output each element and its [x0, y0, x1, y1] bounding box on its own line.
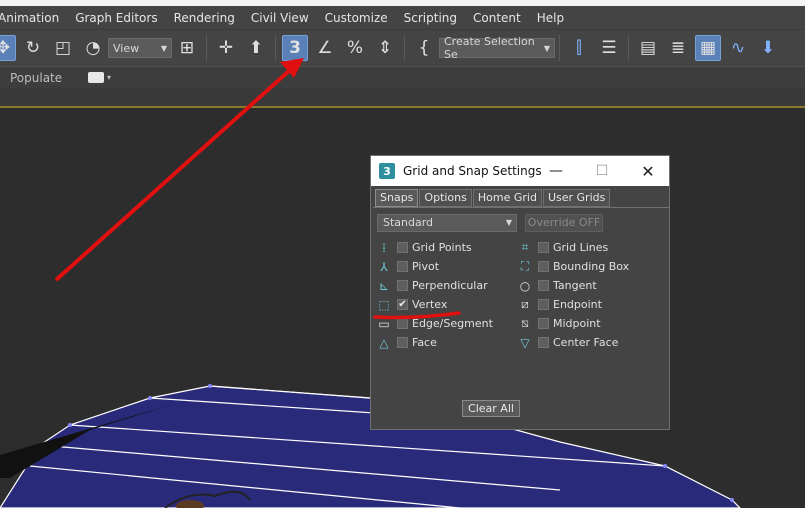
- grid-and-snap-settings-dialog: 3 Grid and Snap Settings — ☐ ✕ Snaps Opt…: [370, 155, 670, 430]
- app-window: Animation Graph Editors Rendering Civil …: [0, 0, 805, 508]
- mesh-vertex: [148, 396, 152, 400]
- mesh-vertex: [663, 464, 667, 468]
- annotation-underline: [373, 311, 461, 320]
- dialog-annotation: [373, 311, 461, 320]
- mesh-vertex: [68, 423, 72, 427]
- mesh-vertex: [730, 498, 734, 502]
- annotation-arrow-line: [54, 68, 292, 282]
- mesh-vertex: [208, 384, 212, 388]
